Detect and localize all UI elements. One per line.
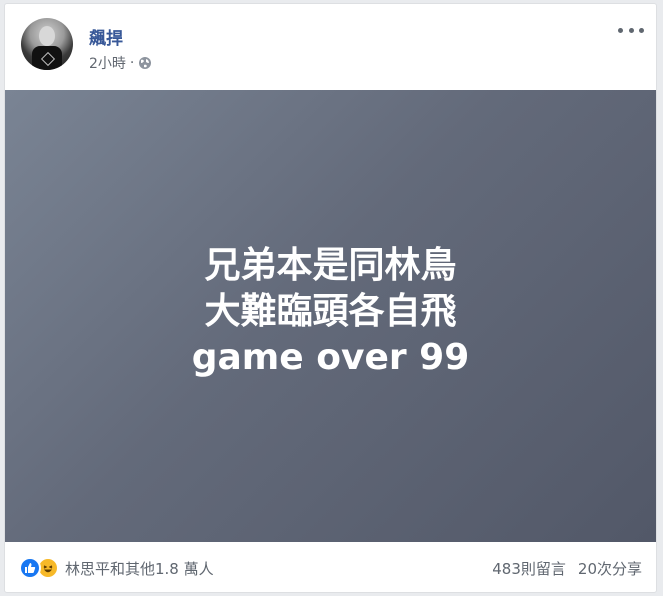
post-meta: 2小時 ·: [89, 53, 152, 73]
globe-icon: [138, 56, 152, 70]
reactions[interactable]: 林思平和其他1.8 萬人: [19, 557, 214, 579]
more-dot-3: [639, 27, 644, 33]
post-image[interactable]: 兄弟本是同林鳥 大難臨頭各自飛 game over 99: [5, 90, 656, 542]
engagement-counts: 483則留言 20次分享: [492, 558, 642, 579]
avatar-face: [39, 26, 55, 46]
share-count[interactable]: 20次分享: [578, 558, 642, 579]
reaction-summary[interactable]: 林思平和其他1.8 萬人: [65, 558, 214, 579]
comment-count[interactable]: 483則留言: [492, 558, 566, 579]
image-line-3: game over 99: [191, 337, 470, 378]
more-icon[interactable]: [618, 22, 644, 38]
avatar[interactable]: [21, 18, 73, 70]
more-dot-1: [618, 27, 623, 33]
author-name[interactable]: 飆捍: [89, 24, 123, 49]
post-header: 飆捍 2小時 ·: [5, 4, 656, 90]
more-dot-2: [628, 27, 634, 33]
reaction-icons[interactable]: [19, 557, 59, 579]
meta-dot: ·: [129, 55, 135, 71]
post-time[interactable]: 2小時: [89, 53, 126, 73]
like-icon[interactable]: [19, 557, 41, 579]
post-card: 飆捍 2小時 · 兄弟本是同林鳥 大難臨頭各自飛 game over 99 林思…: [4, 3, 657, 593]
post-footer: 林思平和其他1.8 萬人 483則留言 20次分享: [5, 542, 656, 592]
